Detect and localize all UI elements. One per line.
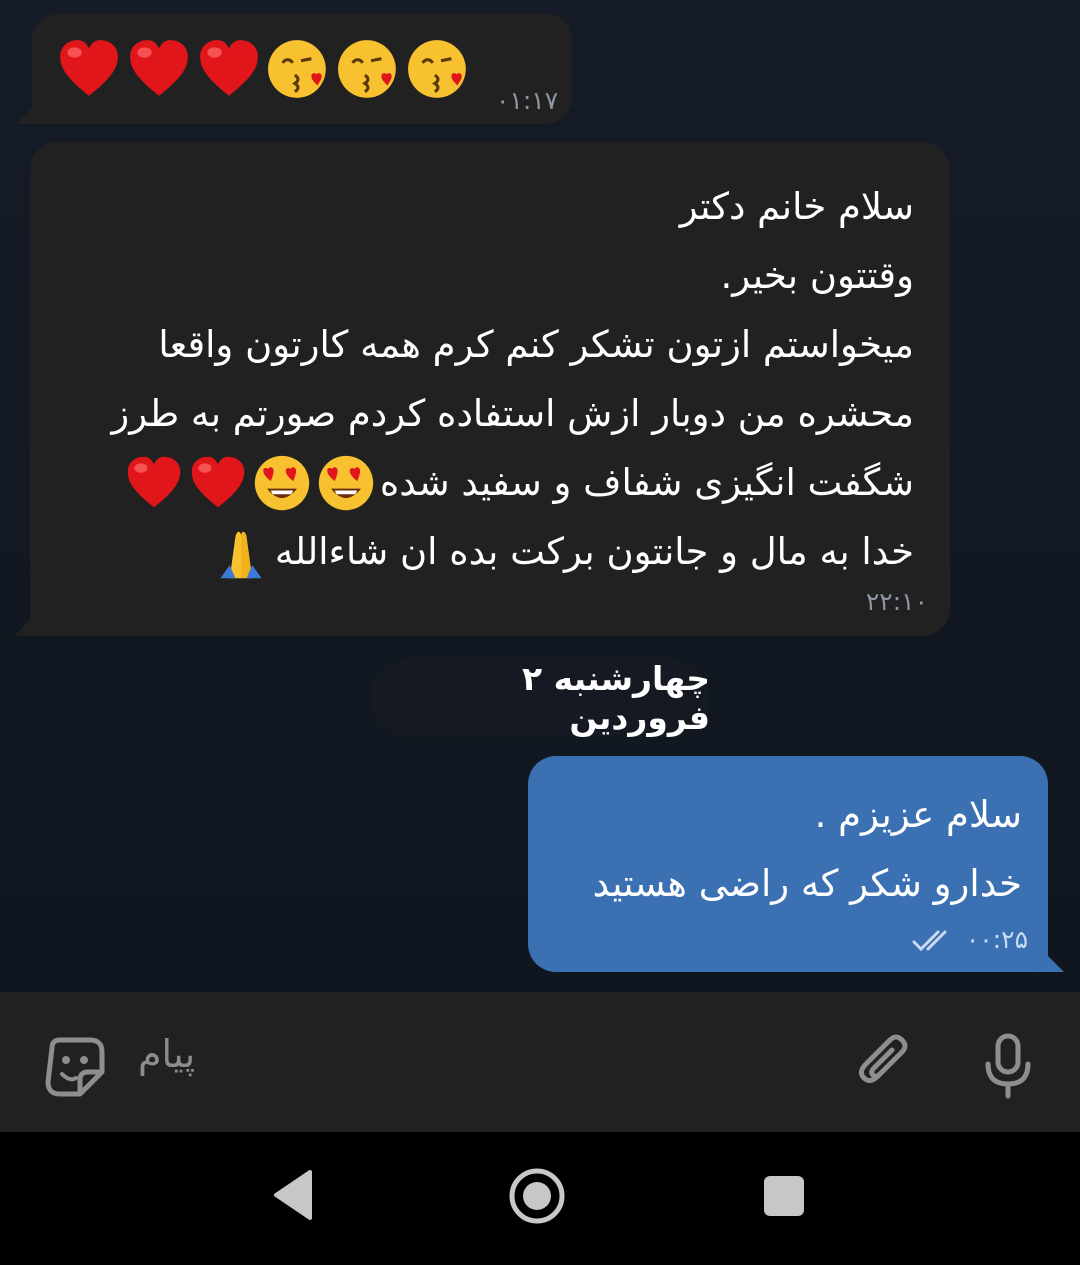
system-navigation-bar xyxy=(0,1132,1080,1265)
heart-emoji-icon xyxy=(124,453,184,513)
double-check-read-icon xyxy=(912,930,947,951)
message-time: ۰۱:۱۷ xyxy=(496,86,559,115)
heart-emoji-icon xyxy=(126,36,192,102)
message-line: میخواستم ازتون تشکر کنم کرم همه کارتون و… xyxy=(158,323,914,366)
message-line: سلام عزیزم . xyxy=(814,793,1022,836)
message-line: شگفت انگیزی شفاف و سفید شده xyxy=(379,461,914,504)
message-line-with-emojis: شگفت انگیزی شفاف و سفید شده xyxy=(54,448,914,517)
message-line: سلام خانم دکتر xyxy=(679,185,914,228)
message-text: سلام عزیزم . خدارو شکر که راضی هستید xyxy=(542,780,1022,918)
emoji-row xyxy=(56,34,472,104)
incoming-message-text[interactable]: سلام خانم دکتر وقتتون بخیر. میخواستم ازت… xyxy=(14,142,950,636)
incoming-message-emoji[interactable]: ۰۱:۱۷ xyxy=(16,14,572,124)
microphone-icon[interactable] xyxy=(980,1032,1036,1100)
home-icon[interactable] xyxy=(507,1166,567,1226)
sticker-icon[interactable] xyxy=(44,1036,106,1098)
message-time: ۰۰:۲۵ xyxy=(965,925,1028,954)
message-line: وقتتون بخیر. xyxy=(720,254,914,297)
heart-eyes-emoji-icon xyxy=(252,453,312,513)
message-line: محشره من دوبار ازش استفاده کردم صورتم به… xyxy=(111,392,914,435)
attach-icon[interactable] xyxy=(852,1032,916,1096)
message-input[interactable]: پیام xyxy=(138,1032,195,1076)
heart-emoji-icon xyxy=(56,36,122,102)
back-icon[interactable] xyxy=(270,1168,314,1222)
message-line: خدا به مال و جانتون برکت بده ان شاءالله xyxy=(274,530,914,573)
heart-emoji-icon xyxy=(188,453,248,513)
date-separator: چهارشنبه ۲ فروردین xyxy=(370,659,710,737)
message-line: خدارو شکر که راضی هستید xyxy=(592,862,1022,905)
message-line-with-emoji: خدا به مال و جانتون برکت بده ان شاءالله xyxy=(54,517,914,586)
message-composer: پیام xyxy=(0,992,1080,1132)
message-time: ۲۲:۱۰ xyxy=(865,587,928,616)
outgoing-message-text[interactable]: سلام عزیزم . خدارو شکر که راضی هستید ۰۰:… xyxy=(528,756,1064,972)
message-text: سلام خانم دکتر وقتتون بخیر. میخواستم ازت… xyxy=(54,172,914,586)
message-meta: ۰۰:۲۵ xyxy=(912,925,1028,954)
kiss-emoji-icon xyxy=(336,36,402,102)
kiss-emoji-icon xyxy=(266,36,332,102)
heart-emoji-icon xyxy=(196,36,262,102)
kiss-emoji-icon xyxy=(406,36,472,102)
recents-icon[interactable] xyxy=(762,1174,806,1218)
folded-hands-emoji-icon xyxy=(211,522,271,582)
heart-eyes-emoji-icon xyxy=(316,453,376,513)
